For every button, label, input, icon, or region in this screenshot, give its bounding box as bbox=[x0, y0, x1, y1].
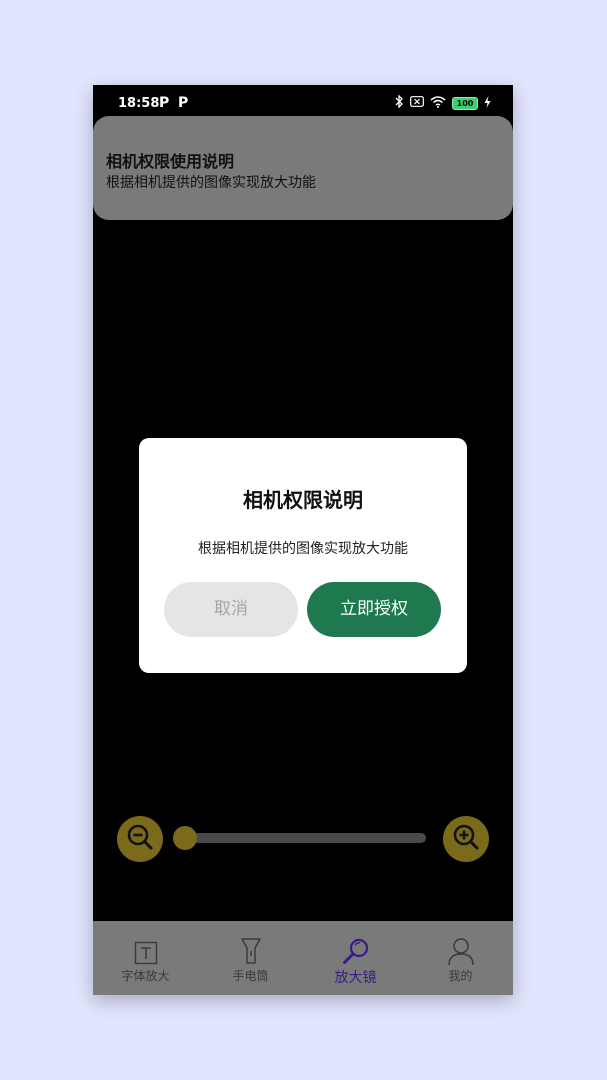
dialog-overlay: 相机权限说明 根据相机提供的图像实现放大功能 取消 立即授权 bbox=[93, 85, 513, 995]
camera-permission-dialog: 相机权限说明 根据相机提供的图像实现放大功能 取消 立即授权 bbox=[139, 438, 467, 673]
grant-permission-button[interactable]: 立即授权 bbox=[307, 582, 441, 637]
cancel-button[interactable]: 取消 bbox=[164, 582, 298, 637]
dialog-title: 相机权限说明 bbox=[243, 488, 363, 512]
phone-screen: 18:58 P P 100 相机权限使用说明 根据相机提供的图像实现放大功能 字… bbox=[93, 85, 513, 995]
dialog-message: 根据相机提供的图像实现放大功能 bbox=[198, 541, 408, 557]
